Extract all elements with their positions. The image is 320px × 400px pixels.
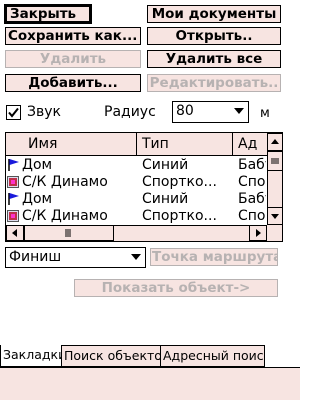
delete-button[interactable]: Удалить	[5, 50, 141, 68]
scroll-corner	[267, 225, 282, 241]
sound-checkbox[interactable]	[6, 105, 21, 120]
item-address: Бабу	[238, 157, 266, 173]
show-object-button[interactable]: Показать объект->	[74, 279, 278, 297]
item-name: С/К Динамо	[22, 174, 108, 190]
target-select-value: Финиш	[9, 249, 62, 265]
horizontal-scrollbar[interactable]	[6, 225, 267, 241]
scroll-right-button[interactable]	[249, 225, 267, 241]
radius-value: 80	[176, 103, 194, 119]
bottom-menu-bar	[0, 367, 300, 400]
delete-all-button[interactable]: Удалить все	[147, 50, 281, 68]
chevron-right-icon	[256, 229, 261, 237]
scroll-thumb[interactable]	[24, 225, 114, 241]
column-header-type[interactable]: Тип	[137, 133, 233, 156]
item-type: Синий	[142, 191, 189, 207]
close-button[interactable]: Закрыть	[4, 4, 92, 24]
red-marker-icon	[7, 176, 19, 188]
sound-label: Звук	[27, 104, 61, 120]
save-as-button[interactable]: Сохранить как...	[5, 27, 141, 45]
vertical-scrollbar[interactable]	[267, 133, 282, 225]
chevron-down-icon	[271, 214, 279, 219]
chevron-up-icon	[271, 139, 279, 144]
scroll-left-button[interactable]	[6, 225, 24, 241]
tab-bookmarks[interactable]: Закладки	[0, 345, 62, 367]
list-item[interactable]: С/К Динамо Спортко... Спор	[6, 208, 266, 225]
scroll-thumb[interactable]	[267, 151, 282, 171]
blue-flag-icon	[8, 193, 19, 205]
item-type: Спортко...	[142, 174, 217, 190]
red-marker-icon	[7, 210, 19, 222]
chevron-down-icon	[234, 108, 244, 114]
radius-label: Радиус	[104, 104, 156, 120]
grip-icon	[271, 158, 279, 164]
add-button[interactable]: Добавить...	[5, 74, 141, 92]
tab-object-search[interactable]: Поиск объектов	[61, 345, 161, 367]
item-address: Спор	[238, 208, 266, 224]
bookmarks-list[interactable]: Имя Тип Ад Дом Синий Бабу С/К Динамо Спо…	[5, 132, 283, 242]
column-header-address[interactable]: Ад	[233, 133, 267, 156]
scroll-down-button[interactable]	[267, 207, 282, 225]
item-type: Спортко...	[142, 208, 217, 224]
scroll-up-button[interactable]	[267, 133, 282, 151]
item-type: Синий	[142, 157, 189, 173]
radius-unit: м	[260, 106, 270, 121]
target-select[interactable]: Финиш	[5, 247, 146, 268]
item-address: Спор	[238, 174, 266, 190]
chevron-down-icon	[131, 254, 141, 260]
item-name: С/К Динамо	[22, 208, 108, 224]
item-name: Дом	[22, 157, 53, 173]
list-item[interactable]: Дом Синий Бабу	[6, 191, 266, 208]
grip-icon	[65, 229, 71, 237]
blue-flag-icon	[8, 159, 19, 171]
list-item[interactable]: С/К Динамо Спортко... Спор	[6, 174, 266, 191]
my-documents-button[interactable]: Мои документы	[147, 5, 281, 23]
route-point-button[interactable]: Точка маршрута	[150, 248, 278, 266]
item-address: Бабу	[238, 191, 266, 207]
chevron-left-icon	[12, 229, 17, 237]
item-name: Дом	[22, 191, 53, 207]
open-button[interactable]: Открыть..	[147, 27, 281, 45]
checkmark-icon	[8, 107, 19, 118]
tab-address-search[interactable]: Адресный поиск	[160, 345, 265, 367]
list-item[interactable]: Дом Синий Бабу	[6, 157, 266, 174]
column-header-name[interactable]: Имя	[6, 133, 137, 156]
tab-bar: Закладки Поиск объектов Адресный поиск	[0, 345, 300, 367]
edit-button[interactable]: Редактировать..	[147, 74, 281, 92]
radius-select[interactable]: 80	[172, 101, 249, 123]
